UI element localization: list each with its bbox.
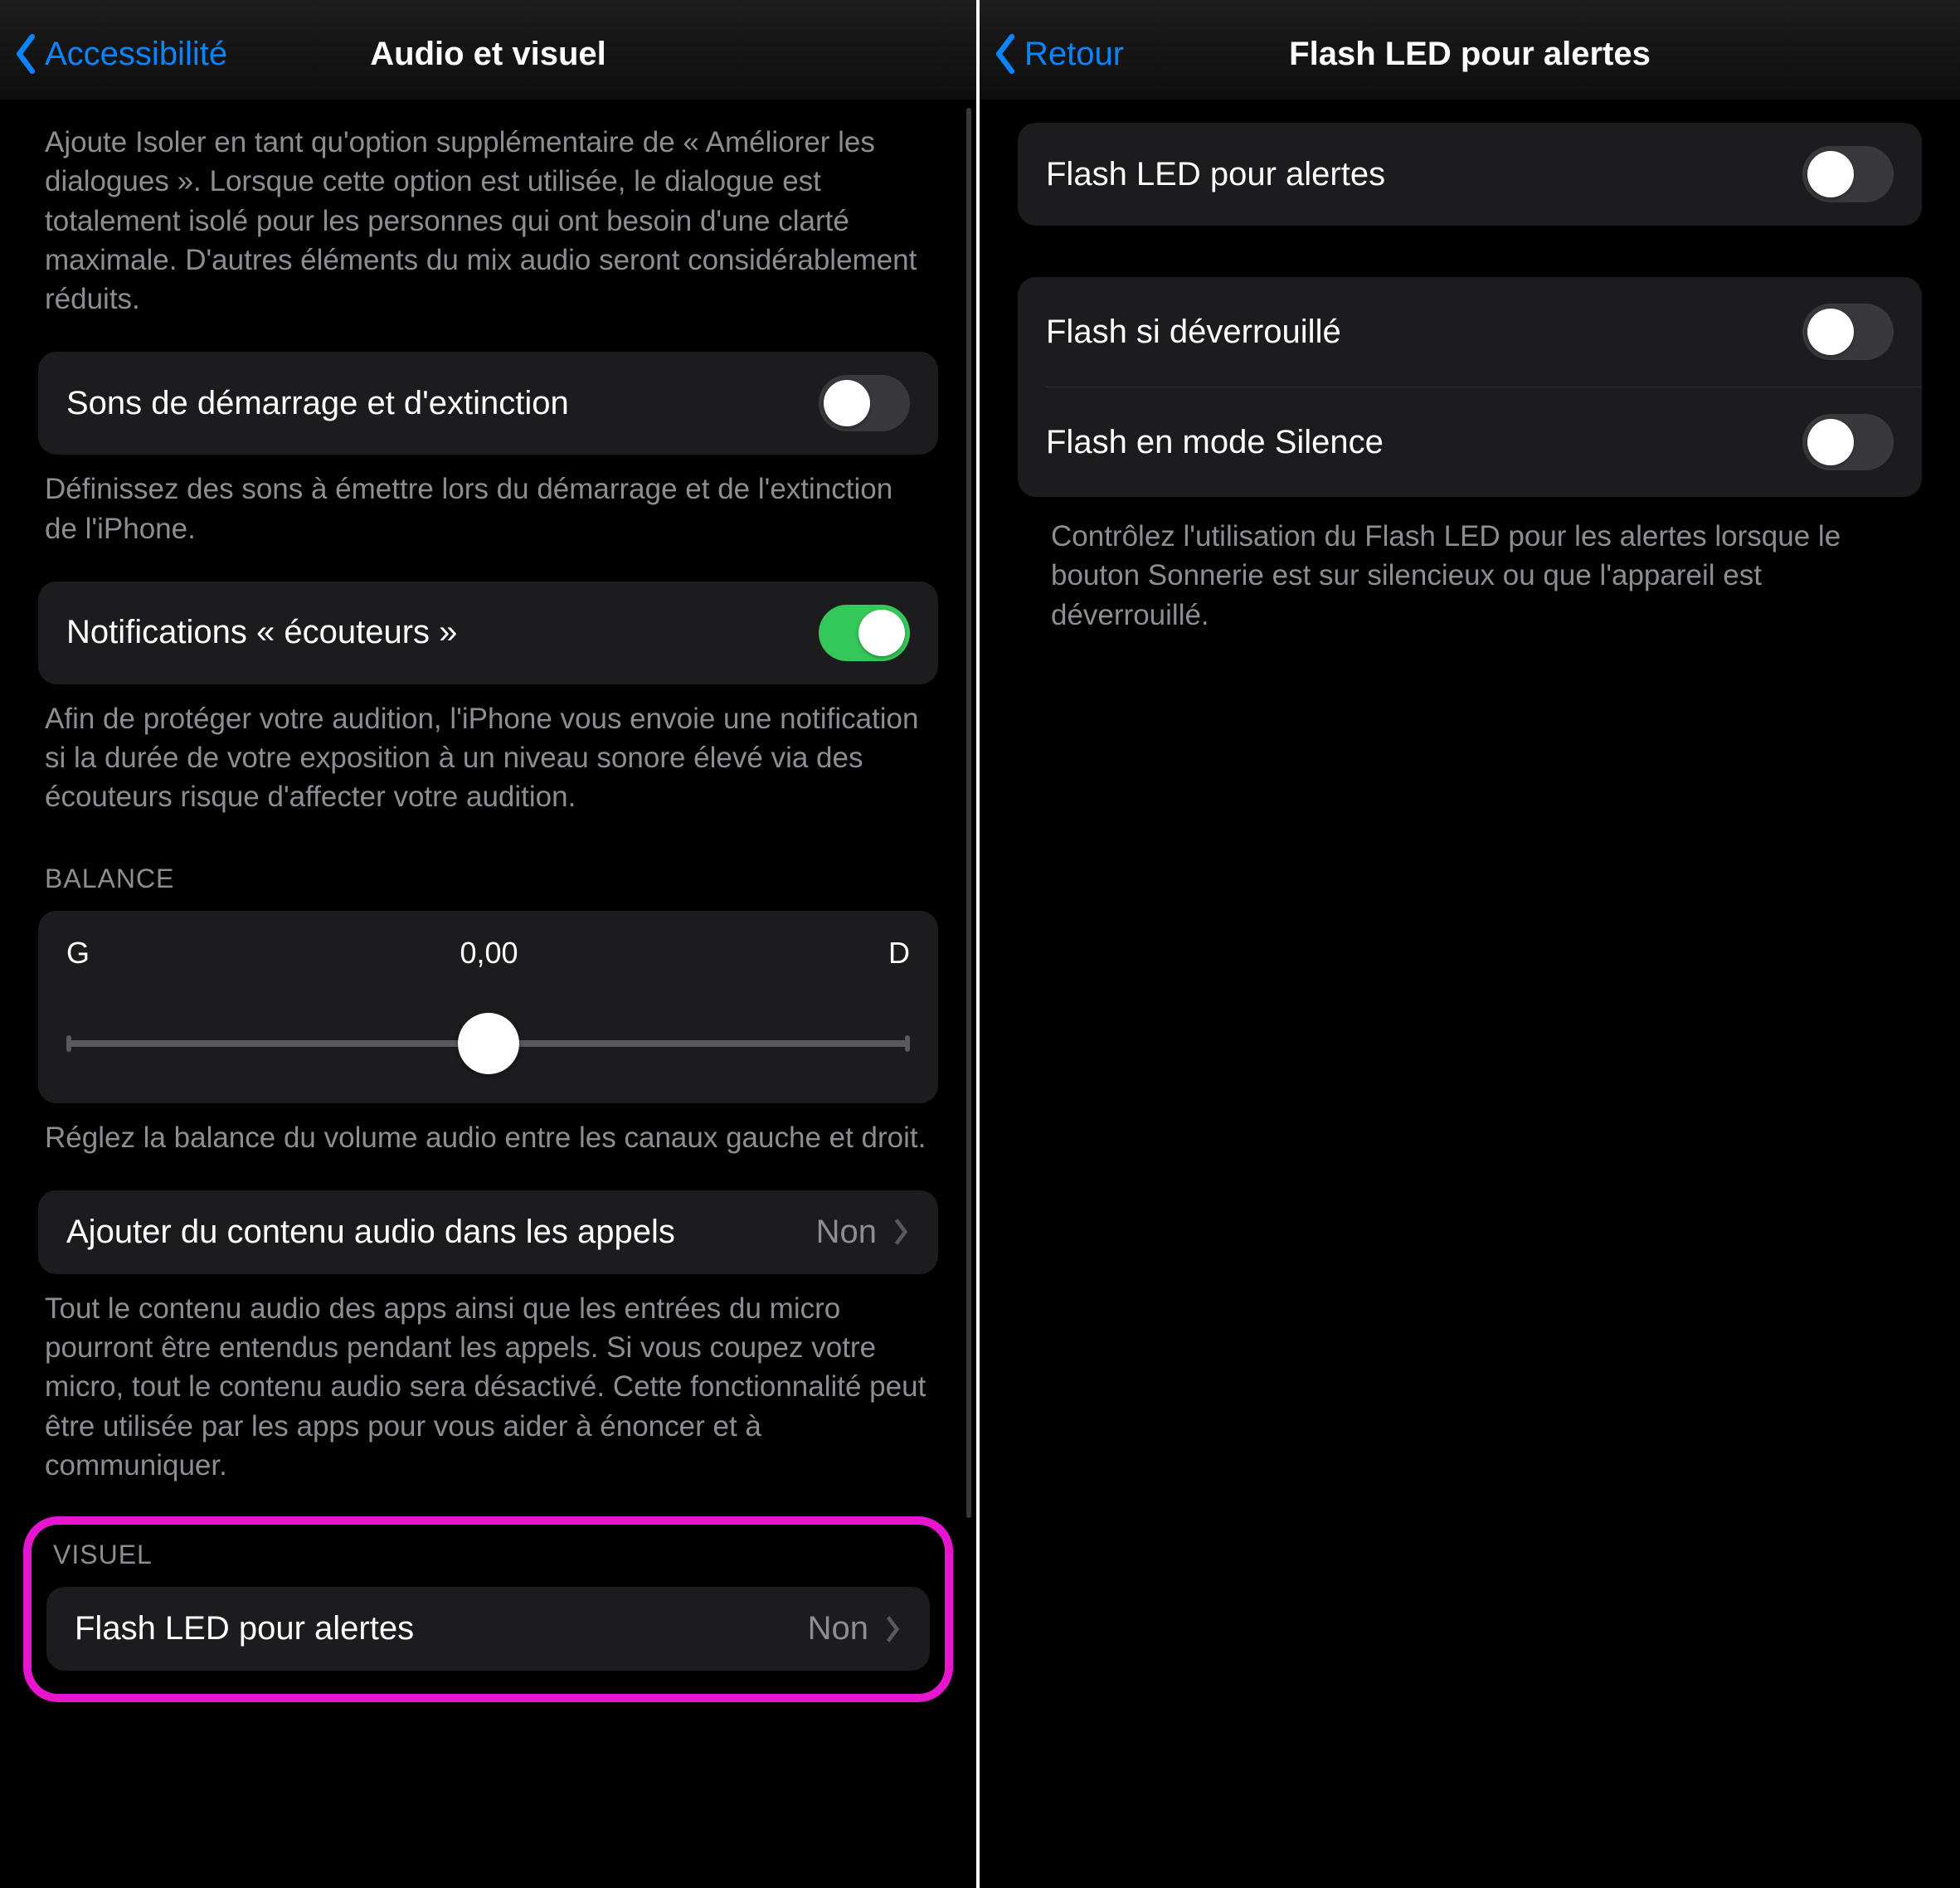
nav-bar: Accessibilité Audio et visuel [0, 0, 976, 100]
flash-options-group: Flash si déverrouillé Flash en mode Sile… [1018, 277, 1922, 497]
back-label: Accessibilité [45, 36, 227, 73]
visual-section-highlight: VISUEL Flash LED pour alertes Non [23, 1516, 953, 1702]
chevron-left-icon [991, 32, 1019, 75]
back-label: Retour [1024, 36, 1124, 73]
balance-value: 0,00 [460, 936, 518, 971]
headphone-notifications-description: Afin de protéger votre audition, l'iPhon… [38, 684, 938, 817]
flash-description: Contrôlez l'utilisation du Flash LED pou… [1018, 497, 1922, 635]
flash-silent-mode-toggle[interactable] [1802, 414, 1894, 470]
nav-bar: Retour Flash LED pour alertes [980, 0, 1960, 100]
balance-right-label: D [888, 936, 910, 971]
balance-card: G 0,00 D [38, 911, 938, 1103]
headphone-notifications-row[interactable]: Notifications « écouteurs » [38, 581, 938, 684]
back-button[interactable]: Accessibilité [12, 32, 227, 75]
screen-audio-visuel: Accessibilité Audio et visuel Ajoute Iso… [0, 0, 980, 1888]
flash-when-unlocked-toggle[interactable] [1802, 304, 1894, 360]
flash-silent-mode-label: Flash en mode Silence [1046, 424, 1384, 461]
balance-left-label: G [66, 936, 90, 971]
flash-led-main-label: Flash LED pour alertes [1046, 156, 1385, 193]
visual-header: VISUEL [46, 1533, 930, 1582]
flash-led-value: Non [808, 1610, 868, 1647]
balance-slider[interactable] [66, 1024, 910, 1063]
add-audio-description: Tout le contenu audio des apps ainsi que… [38, 1274, 938, 1485]
balance-slider-thumb[interactable] [458, 1013, 519, 1074]
flash-silent-mode-row[interactable]: Flash en mode Silence [1046, 387, 1922, 497]
flash-when-unlocked-row[interactable]: Flash si déverrouillé [1018, 277, 1922, 387]
balance-description: Réglez la balance du volume audio entre … [38, 1103, 938, 1157]
back-button[interactable]: Retour [991, 32, 1124, 75]
startup-sounds-label: Sons de démarrage et d'extinction [66, 385, 569, 422]
add-audio-label: Ajouter du contenu audio dans les appels [66, 1214, 675, 1251]
chevron-right-icon [892, 1217, 910, 1247]
flash-when-unlocked-label: Flash si déverrouillé [1046, 314, 1341, 351]
page-title: Flash LED pour alertes [980, 36, 1960, 73]
flash-led-alerts-row[interactable]: Flash LED pour alertes Non [46, 1587, 930, 1671]
chevron-right-icon [883, 1614, 902, 1644]
scrollbar[interactable] [966, 108, 971, 1518]
headphone-notifications-toggle[interactable] [819, 605, 910, 661]
flash-led-label: Flash LED pour alertes [75, 1610, 414, 1647]
isolate-description: Ajoute Isoler en tant qu'option suppléme… [38, 100, 938, 319]
headphone-notifications-label: Notifications « écouteurs » [66, 614, 457, 651]
startup-sounds-toggle[interactable] [819, 375, 910, 431]
add-audio-value: Non [816, 1214, 877, 1251]
flash-led-main-row[interactable]: Flash LED pour alertes [1018, 123, 1922, 226]
startup-sounds-description: Définissez des sons à émettre lors du dé… [38, 455, 938, 548]
startup-sounds-row[interactable]: Sons de démarrage et d'extinction [38, 352, 938, 455]
add-audio-in-calls-row[interactable]: Ajouter du contenu audio dans les appels… [38, 1190, 938, 1274]
screen-flash-led: Retour Flash LED pour alertes Flash LED … [980, 0, 1960, 1888]
balance-header: BALANCE [38, 817, 938, 906]
chevron-left-icon [12, 32, 40, 75]
content-area: Flash LED pour alertes Flash si déverrou… [980, 100, 1960, 1888]
content-area: Ajoute Isoler en tant qu'option suppléme… [0, 100, 976, 1888]
flash-led-main-toggle[interactable] [1802, 146, 1894, 202]
